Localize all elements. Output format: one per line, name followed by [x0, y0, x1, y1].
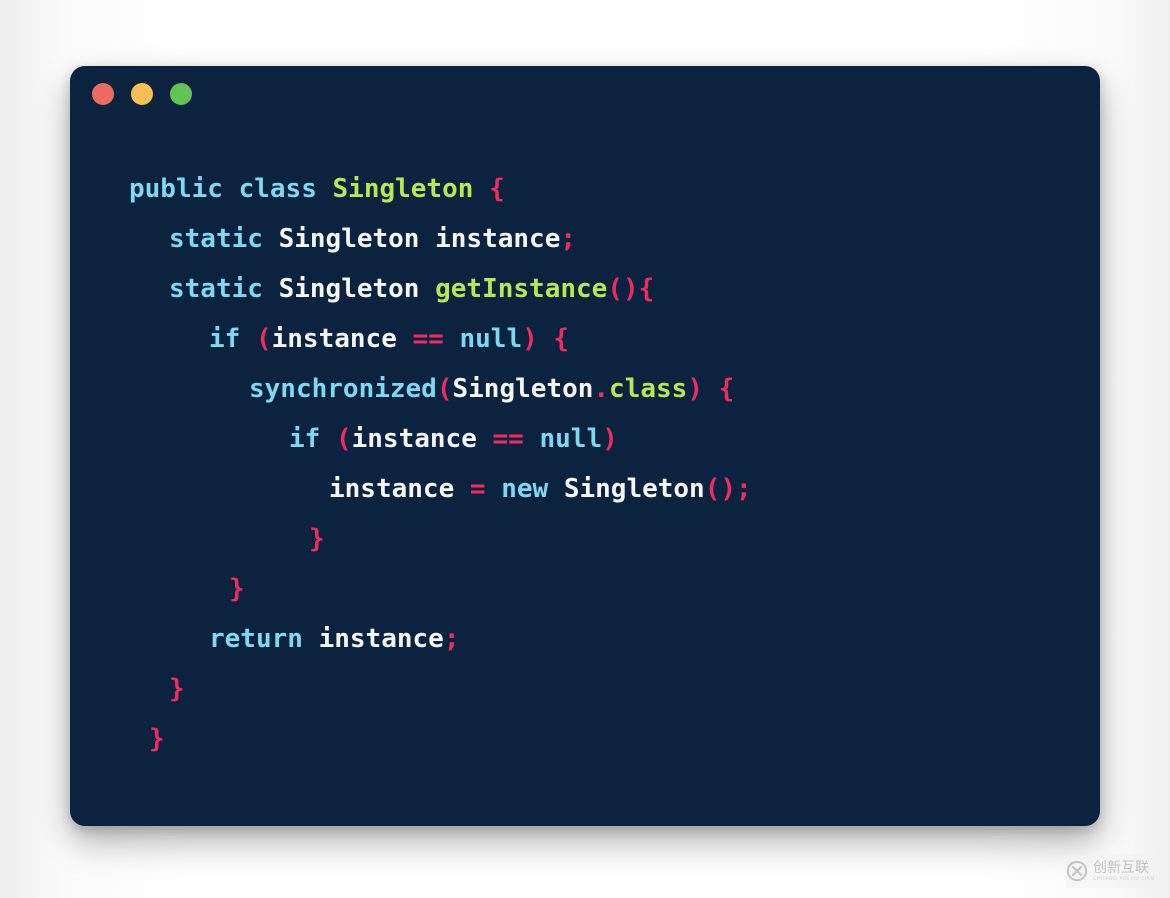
- code-token: instance: [329, 474, 455, 504]
- code-token: Singleton: [563, 474, 705, 504]
- code-token: ): [687, 374, 703, 404]
- code-token: new: [501, 474, 549, 504]
- code-line: }: [70, 564, 1100, 614]
- watermark-text: 创新互联 CHUANG XIN HU LIAN: [1093, 861, 1154, 882]
- code-token: ;: [560, 224, 577, 254]
- code-line: instance = new Singleton();: [70, 464, 1100, 514]
- code-token: instance: [351, 424, 477, 454]
- watermark-cn-label: 创新互联: [1093, 859, 1149, 876]
- code-token: static: [169, 274, 263, 304]
- code-token: class: [609, 374, 688, 404]
- code-line: static Singleton instance;: [70, 214, 1100, 264]
- code-token: (){: [607, 274, 655, 304]
- code-token: }: [169, 674, 185, 704]
- code-token: instance: [271, 324, 397, 354]
- code-token: if: [209, 324, 241, 354]
- code-token: {: [718, 374, 735, 404]
- code-token: (: [436, 374, 453, 404]
- code-token: return: [209, 624, 303, 654]
- code-token: ): [522, 324, 538, 354]
- code-token: {: [553, 324, 570, 354]
- code-token: }: [309, 524, 325, 554]
- window-titlebar: [70, 66, 1100, 122]
- code-token: }: [149, 724, 165, 754]
- code-token: null: [539, 424, 603, 454]
- code-token: if: [289, 424, 321, 454]
- code-token: instance: [435, 224, 561, 254]
- code-block: public class Singleton {static Singleton…: [70, 122, 1100, 764]
- code-line: static Singleton getInstance(){: [70, 264, 1100, 314]
- watermark-pinyin-label: CHUANG XIN HU LIAN: [1093, 875, 1155, 882]
- code-line: synchronized(Singleton.class) {: [70, 364, 1100, 414]
- code-token: Singleton: [278, 224, 420, 254]
- code-token: Singleton: [332, 174, 474, 204]
- code-token: synchronized: [249, 374, 437, 404]
- code-token: ;: [443, 624, 460, 654]
- code-token: static: [169, 224, 263, 254]
- watermark-logo-icon: [1066, 860, 1088, 882]
- code-line: if (instance == null) {: [70, 314, 1100, 364]
- code-token: public: [129, 174, 223, 204]
- code-token: {: [489, 174, 505, 204]
- code-token: Singleton: [278, 274, 420, 304]
- watermark: 创新互联 CHUANG XIN HU LIAN: [1066, 854, 1162, 888]
- code-token: ): [602, 424, 618, 454]
- code-token: class: [238, 174, 317, 204]
- code-line: }: [70, 714, 1100, 764]
- code-token: null: [459, 324, 523, 354]
- code-token: }: [229, 574, 245, 604]
- code-token: ();: [704, 474, 752, 504]
- code-token: getInstance: [435, 274, 608, 304]
- maximize-button-icon[interactable]: [170, 83, 192, 105]
- code-line: }: [70, 514, 1100, 564]
- code-token: instance: [318, 624, 444, 654]
- code-token: =: [469, 474, 486, 504]
- code-token: (: [255, 324, 272, 354]
- code-token: (: [335, 424, 352, 454]
- code-token: Singleton: [452, 374, 594, 404]
- close-button-icon[interactable]: [92, 83, 114, 105]
- code-line: if (instance == null): [70, 414, 1100, 464]
- code-line: public class Singleton {: [70, 164, 1100, 214]
- minimize-button-icon[interactable]: [131, 83, 153, 105]
- code-token: ==: [412, 324, 444, 354]
- code-line: return instance;: [70, 614, 1100, 664]
- code-window: public class Singleton {static Singleton…: [70, 66, 1100, 826]
- code-token: ==: [492, 424, 524, 454]
- code-line: }: [70, 664, 1100, 714]
- code-token: .: [593, 374, 610, 404]
